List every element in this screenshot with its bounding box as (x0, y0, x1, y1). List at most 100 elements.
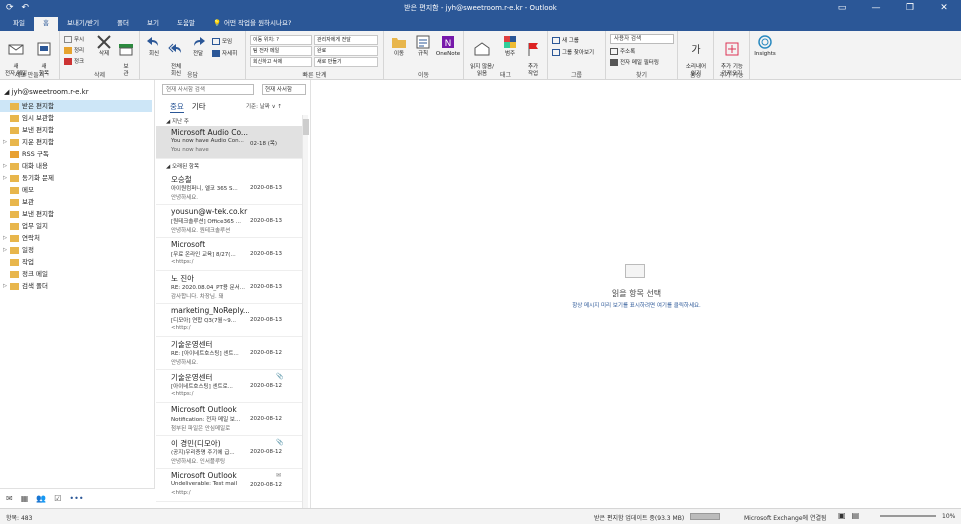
mail-item[interactable]: Microsoft [무료 온라인 교육] 8/27(... <https:/ 202… (156, 238, 304, 271)
folder-item[interactable]: 작업 (0, 256, 152, 268)
tab-view[interactable]: 보기 (138, 17, 168, 31)
mail-item[interactable]: Microsoft Outlook Undeliverable: Test mai… (156, 469, 304, 502)
folder-item[interactable]: ▷ 대화 내용 (0, 160, 152, 172)
mail-item[interactable]: marketing_NoReply... [디모아] 연합 Q3(7월~9... <… (156, 304, 304, 337)
restore-button[interactable]: ❐ (893, 0, 927, 17)
minimize-button[interactable]: — (859, 0, 893, 17)
sort-by-control[interactable]: 기준: 날짜 ∨ ↑ (246, 102, 282, 110)
folder-item[interactable]: 보관 (0, 196, 152, 208)
cleanup-button[interactable]: 정리 (64, 46, 84, 54)
collapse-arrow-icon[interactable]: ◢ (4, 88, 12, 96)
ignore-button[interactable]: 무시 (64, 35, 84, 43)
tab-help[interactable]: 도움말 (168, 17, 204, 31)
mail-item[interactable]: yousun@w-tek.co.kr [원테크솔루션] Office365 ...… (156, 205, 304, 238)
mail-item[interactable]: 기술운영센터 RE: [아이네트호스팅] 센트... 안녕하세요. 2020-08-1… (156, 337, 304, 370)
mail-item[interactable]: 오승철 아이원컴퍼니, 엘코 365 S... 안녕하세요. 2020-08-13 (156, 172, 304, 205)
mail-item[interactable]: 노 진아 RE: 2020.08.04_PT용 문서... 감사합니다. 차장님. … (156, 271, 304, 304)
normal-view-icon[interactable]: ▣ (838, 511, 846, 520)
search-people-field[interactable]: 사용자 검색 (610, 34, 674, 44)
categorize-button[interactable]: 범주 (500, 34, 520, 58)
folder-item[interactable]: ▷ 연락처 (0, 232, 152, 244)
quickstep-reply-delete[interactable]: 회신하고 삭제 (250, 57, 312, 67)
mail-icon[interactable]: ✉ (6, 494, 13, 503)
tab-folder[interactable]: 폴더 (108, 17, 138, 31)
tab-home[interactable]: 홈 (33, 17, 58, 31)
tasks-icon[interactable]: ☑ (54, 494, 61, 503)
folder-item[interactable]: 보낸 편지함 (0, 124, 152, 136)
reading-view-icon[interactable]: ▤ (852, 511, 860, 520)
folder-item[interactable]: 정크 메일 (0, 268, 152, 280)
new-group-button[interactable]: 새 그룹 (552, 36, 579, 44)
mail-date: 2020-08-13 (250, 185, 282, 191)
tab-other[interactable]: 기타 (192, 101, 206, 113)
expand-arrow-icon[interactable]: ▷ (0, 136, 10, 148)
search-scope-dropdown[interactable]: 현재 사서함 (262, 84, 306, 95)
group-find-label: 찾기 (635, 72, 648, 79)
folder-item[interactable]: 업무 일지 (0, 220, 152, 232)
meeting-button[interactable]: 모임 (212, 37, 232, 45)
folder-item[interactable]: ▷ 동기화 문제 (0, 172, 152, 184)
quickstep-done[interactable]: 완료 (314, 46, 378, 56)
onenote-button[interactable]: N OneNote (434, 34, 462, 58)
mail-item[interactable]: 기술운영센터 [아이네트호스팅] 센트로... <https:/2020-08-12… (156, 370, 304, 403)
reply-button[interactable]: 회신 (144, 34, 164, 58)
expand-arrow-icon[interactable]: ▷ (0, 232, 10, 244)
mailbox-search-input[interactable]: 현재 사서함 검색 (162, 84, 254, 95)
reply-icon (147, 37, 158, 46)
quickstep-create-new[interactable]: 새로 만들기 (314, 57, 378, 67)
folder-icon (10, 210, 19, 218)
group-header-last-week[interactable]: ◢ 지난 주 (166, 117, 189, 125)
mail-item[interactable]: Microsoft Audio Co... You now have Audio … (156, 126, 304, 159)
group-header-older[interactable]: ◢ 오래된 항목 (166, 162, 199, 170)
forward-button[interactable]: 전달 (188, 34, 208, 58)
folder-label: 연락처 (22, 234, 40, 242)
expand-arrow-icon[interactable]: ▷ (0, 280, 10, 292)
mail-item[interactable]: 이 경민(디모아) (공지)우리증명 주기에 급... 안녕하세요. 인서플루팅 20… (156, 436, 304, 469)
message-list-scrollbar[interactable] (302, 115, 309, 508)
zoom-slider[interactable] (880, 515, 936, 517)
close-button[interactable]: ✕ (927, 0, 961, 17)
account-name[interactable]: ◢ jyh@sweetroom.r-e.kr (4, 88, 89, 96)
calendar-icon[interactable]: ▦ (21, 494, 29, 503)
expand-arrow-icon[interactable]: ▷ (0, 172, 10, 184)
always-preview-link[interactable]: 항상 메시지 미리 보기를 표시하려면 여기를 클릭하세요. (312, 301, 961, 309)
tab-file[interactable]: 파일 (4, 17, 34, 31)
folder-icon (10, 114, 19, 122)
expand-arrow-icon[interactable]: ▷ (0, 160, 10, 172)
quickstep-team-email[interactable]: 팀 전자 메일 (250, 46, 312, 56)
tab-focused[interactable]: 중요 (170, 101, 184, 113)
delete-button[interactable]: 삭제 (94, 34, 114, 58)
address-book-button[interactable]: 주소록 (610, 47, 635, 55)
folder-item[interactable]: ▷ 지운 편지함 (0, 136, 152, 148)
tab-send-receive[interactable]: 보내기/받기 (58, 17, 108, 31)
tell-me-box[interactable]: 💡 어떤 작업을 원하시나요? (204, 17, 300, 31)
rules-button[interactable]: 규칙 (412, 34, 434, 58)
expand-arrow-icon[interactable]: ▷ (0, 244, 10, 256)
more-respond-button[interactable]: 자세히 (212, 49, 237, 57)
move-button[interactable]: 이동 (388, 34, 410, 58)
filter-email-button[interactable]: 전자 메일 필터링 (610, 58, 659, 66)
folder-item[interactable]: 보낸 편지함 (0, 208, 152, 220)
envelope-open-icon (474, 41, 490, 55)
folder-item[interactable]: ▷ 검색 폴더 (0, 280, 152, 292)
group-move: 이동 규칙 N OneNote 이동 (384, 31, 464, 80)
attachment-icon: 📎 (276, 439, 284, 446)
browse-groups-button[interactable]: 그룹 찾아보기 (552, 48, 594, 56)
folder-item[interactable]: 받은 편지함 (0, 100, 152, 112)
quickstep-to-manager[interactable]: 관리자에게 전달 (314, 35, 378, 45)
folder-item[interactable]: 임시 보관함 (0, 112, 152, 124)
filter-icon (610, 58, 618, 66)
more-apps-icon[interactable]: ••• (69, 494, 83, 503)
junk-button[interactable]: 정크 (64, 57, 84, 65)
mail-item[interactable]: Microsoft Outlook Notification: 전자 메일 보..… (156, 403, 304, 436)
folder-item[interactable]: RSS 구독 (0, 148, 152, 160)
people-icon[interactable]: 👥 (36, 494, 46, 503)
quickstep-move-to[interactable]: 이동 위치: ? (250, 35, 312, 45)
ribbon-display-icon[interactable]: ▭ (825, 0, 859, 17)
scrollbar-thumb[interactable] (303, 119, 309, 135)
folder-label: RSS 구독 (22, 150, 49, 158)
folder-item[interactable]: 메모 (0, 184, 152, 196)
folder-icon (10, 102, 19, 110)
insights-button[interactable]: Insights (752, 34, 778, 58)
folder-item[interactable]: ▷ 일정 (0, 244, 152, 256)
